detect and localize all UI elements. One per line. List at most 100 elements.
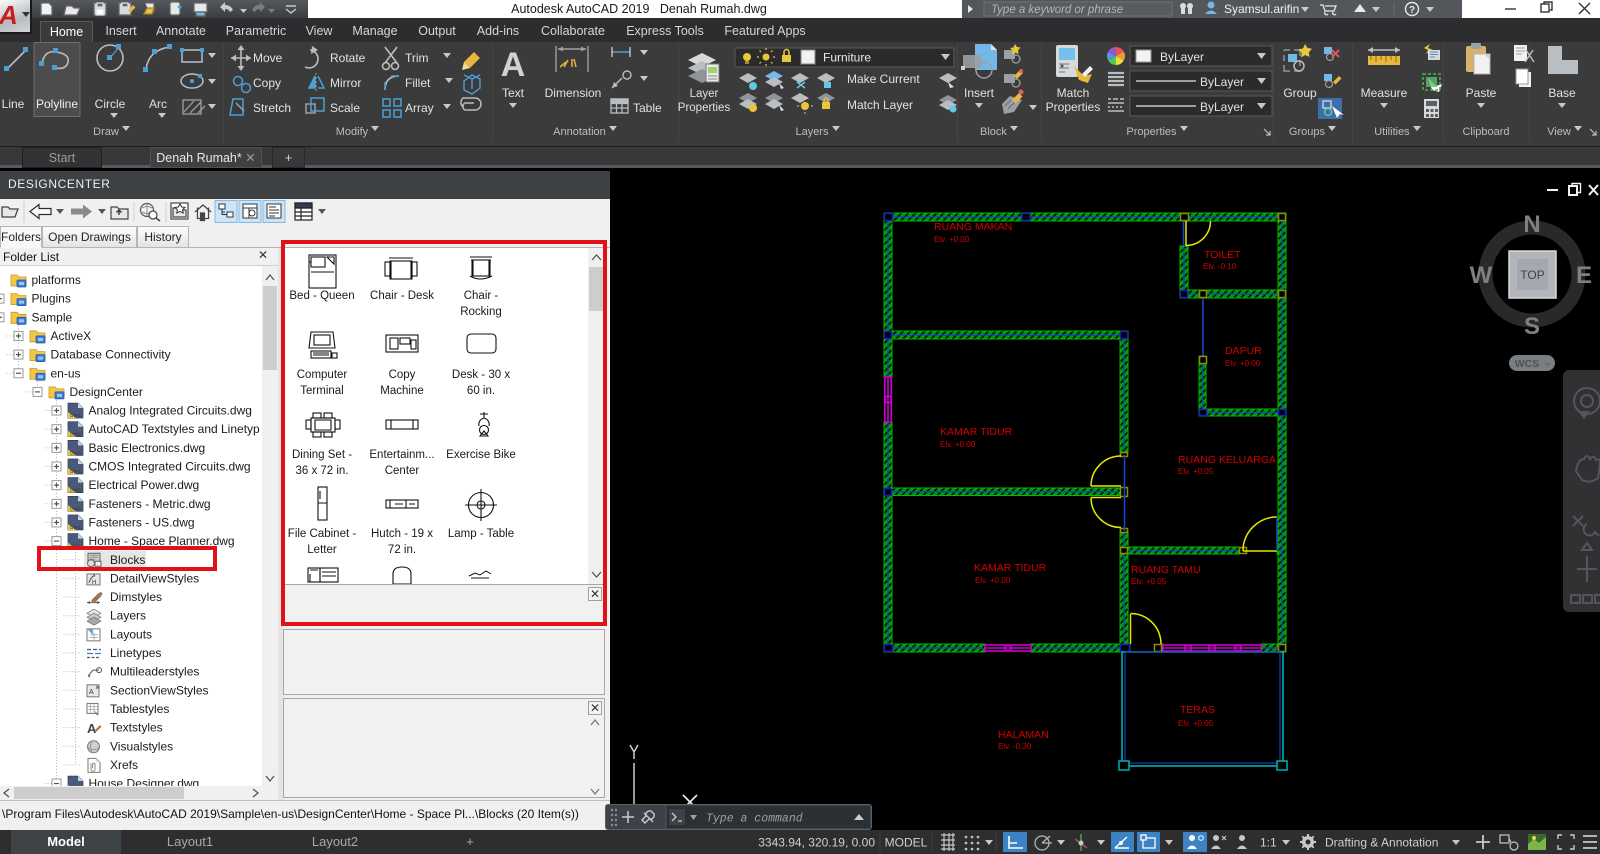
svg-text:A: A (501, 46, 526, 84)
svg-text:MODEL: MODEL (885, 836, 928, 850)
svg-text:Line: Line (2, 97, 25, 111)
svg-text:KAMAR TIDUR: KAMAR TIDUR (974, 562, 1047, 574)
svg-text:Polyline: Polyline (36, 97, 78, 111)
svg-text:SectionViewStyles: SectionViewStyles (110, 683, 209, 697)
svg-text:Basic Electronics.dwg: Basic Electronics.dwg (89, 441, 206, 455)
svg-text:Elv. +0.05: Elv. +0.05 (1178, 467, 1214, 476)
svg-text:Copy: Copy (253, 76, 281, 90)
svg-text:DetailViewStyles: DetailViewStyles (110, 571, 199, 585)
svg-text:A: A (89, 689, 94, 696)
svg-text:Xrefs: Xrefs (110, 758, 138, 772)
svg-text:Match: Match (1057, 86, 1090, 100)
svg-text:Tablestyles: Tablestyles (110, 702, 169, 716)
svg-text:TOILET: TOILET (1204, 249, 1241, 261)
svg-text:DWG: DWG (70, 450, 81, 455)
svg-text:House Designer.dwg: House Designer.dwg (89, 777, 200, 786)
svg-text:DWG: DWG (70, 488, 81, 493)
svg-text:AutoCAD Textstyles and Linetyp: AutoCAD Textstyles and Linetyp (89, 422, 261, 436)
svg-text:platforms: platforms (32, 273, 81, 287)
svg-text:RUANG MAKAN: RUANG MAKAN (934, 221, 1012, 233)
svg-text:Multileaderstyles: Multileaderstyles (110, 665, 199, 679)
svg-text:Fillet: Fillet (405, 76, 431, 90)
svg-text:Move: Move (253, 51, 283, 65)
svg-text:Group: Group (1283, 86, 1317, 100)
svg-text:Plugins: Plugins (32, 292, 71, 306)
svg-text:Text: Text (502, 86, 525, 100)
svg-text:RUANG TAMU: RUANG TAMU (1131, 564, 1201, 576)
svg-text:Sample: Sample (32, 310, 73, 324)
svg-text:Syamsul.arifin: Syamsul.arifin (1224, 2, 1299, 16)
svg-text:Elv. +0.00: Elv. +0.00 (975, 576, 1011, 585)
svg-text:Insert: Insert (964, 86, 995, 100)
svg-text:Linetypes: Linetypes (110, 646, 161, 660)
svg-text:DAPUR: DAPUR (1225, 345, 1262, 357)
svg-text:Make Current: Make Current (847, 72, 920, 86)
svg-text:DWG: DWG (70, 432, 81, 437)
svg-text:DWG: DWG (70, 506, 81, 511)
svg-text:RUANG KELUARGA: RUANG KELUARGA (1178, 454, 1276, 466)
svg-text:TERAS: TERAS (1180, 704, 1215, 716)
svg-text:ByLayer: ByLayer (1200, 75, 1244, 89)
svg-text:DWG: DWG (70, 469, 81, 474)
svg-text:Drafting & Annotation: Drafting & Annotation (1325, 836, 1438, 850)
svg-text:Properties: Properties (678, 102, 731, 114)
svg-text:Electrical Power.dwg: Electrical Power.dwg (89, 478, 200, 492)
svg-text:Visualstyles: Visualstyles (110, 739, 173, 753)
svg-text:Layer: Layer (690, 88, 719, 100)
svg-text:S: S (1524, 313, 1540, 340)
svg-text:Stretch: Stretch (253, 101, 291, 115)
svg-text:Layers: Layers (110, 609, 146, 623)
svg-text:ByLayer: ByLayer (1200, 100, 1244, 114)
svg-text:KAMAR TIDUR: KAMAR TIDUR (940, 426, 1013, 438)
svg-text:Dimension: Dimension (545, 86, 602, 100)
svg-text:?: ? (1409, 5, 1415, 16)
svg-text:Scale: Scale (330, 101, 360, 115)
svg-text:Layouts: Layouts (110, 627, 152, 641)
svg-text:Elv. -0.10: Elv. -0.10 (1203, 262, 1237, 271)
svg-text:A: A (0, 0, 18, 30)
svg-text:en-us: en-us (51, 366, 81, 380)
svg-text:Fasteners - Metric.dwg: Fasteners - Metric.dwg (89, 497, 211, 511)
svg-text:Properties: Properties (1046, 100, 1101, 114)
svg-text:Circle: Circle (95, 97, 126, 111)
svg-text:Type a keyword or phrase: Type a keyword or phrase (991, 4, 1123, 16)
svg-text:Base: Base (1548, 86, 1576, 100)
svg-text:Type a command: Type a command (706, 813, 803, 826)
svg-text:3343.94, 320.19, 0.00: 3343.94, 320.19, 0.00 (758, 836, 875, 850)
svg-text:Elv. +0.05: Elv. +0.05 (1178, 719, 1214, 728)
svg-text:Table: Table (633, 101, 662, 115)
svg-text:Fasteners - US.dwg: Fasteners - US.dwg (89, 515, 195, 529)
svg-text:Paste: Paste (1466, 86, 1497, 100)
svg-text:Measure: Measure (1361, 86, 1408, 100)
svg-text:Elv. +0.00: Elv. +0.00 (940, 440, 976, 449)
svg-text:Analog Integrated Circuits.dwg: Analog Integrated Circuits.dwg (89, 404, 252, 418)
svg-text:Elv. +0.05: Elv. +0.05 (1131, 577, 1167, 586)
svg-text:Match Layer: Match Layer (847, 98, 913, 112)
svg-text:Array: Array (405, 101, 434, 115)
svg-text:WCS: WCS (1515, 358, 1540, 370)
svg-text:Mirror: Mirror (330, 76, 361, 90)
svg-text:Furniture: Furniture (823, 51, 871, 65)
svg-text:Rotate: Rotate (330, 51, 366, 65)
svg-text:CMOS Integrated Circuits.dwg: CMOS Integrated Circuits.dwg (89, 460, 251, 474)
svg-text:HALAMAN: HALAMAN (998, 729, 1049, 741)
svg-text:Elv. +0.00: Elv. +0.00 (1225, 359, 1261, 368)
svg-text:H: H (92, 580, 96, 586)
svg-text:ByLayer: ByLayer (1160, 50, 1204, 64)
svg-text:A: A (87, 721, 97, 736)
svg-text:ActiveX: ActiveX (51, 329, 92, 343)
svg-text:DWG: DWG (70, 525, 81, 530)
svg-text:1:1: 1:1 (1260, 836, 1277, 850)
svg-text:Trim: Trim (405, 51, 429, 65)
svg-text:Textstyles: Textstyles (110, 721, 163, 735)
svg-text:W: W (1470, 262, 1493, 289)
svg-text:N: N (1523, 211, 1540, 238)
svg-text:Dimstyles: Dimstyles (110, 590, 162, 604)
svg-text:Database Connectivity: Database Connectivity (51, 348, 171, 362)
svg-text:E: E (1576, 262, 1592, 289)
svg-text:Elv. -0.30: Elv. -0.30 (998, 742, 1032, 751)
svg-text:Elv. +0.00: Elv. +0.00 (934, 235, 970, 244)
svg-text:TOP: TOP (1520, 268, 1544, 282)
svg-text:Arc: Arc (149, 97, 167, 111)
svg-text:DesignCenter: DesignCenter (70, 385, 143, 399)
